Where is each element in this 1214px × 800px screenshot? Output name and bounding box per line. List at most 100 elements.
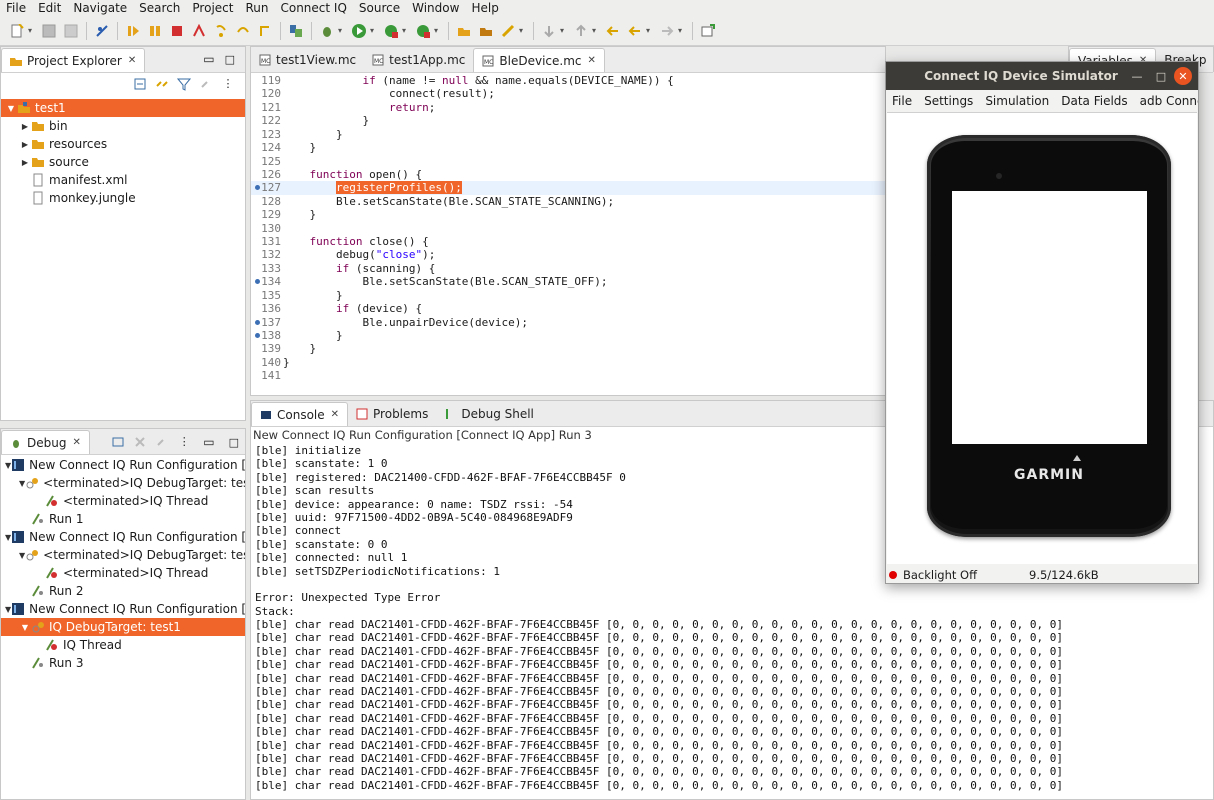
close-window-icon[interactable]: ✕ — [1174, 67, 1192, 85]
simulator-canvas[interactable]: GARMIN — [887, 112, 1197, 564]
breakpoint-icon[interactable] — [255, 279, 260, 285]
annotation-icon[interactable] — [500, 23, 516, 39]
tree-item[interactable]: ▼New Connect IQ Run Configuration [Conne… — [1, 600, 245, 618]
last-edit-icon[interactable] — [605, 23, 621, 39]
menu-source[interactable]: Source — [353, 0, 406, 16]
forward-dropdown-icon[interactable]: ▾ — [678, 23, 686, 39]
tree-item[interactable]: ▶ source — [1, 153, 245, 171]
maximize-window-icon[interactable]: □ — [1150, 65, 1172, 87]
close-icon[interactable]: ✕ — [128, 55, 136, 66]
annotation-dropdown-icon[interactable]: ▾ — [519, 23, 527, 39]
run-dropdown-icon[interactable]: ▾ — [370, 23, 378, 39]
back-icon[interactable] — [627, 23, 643, 39]
suspend-icon[interactable] — [147, 23, 163, 39]
tree-item[interactable]: monkey.jungle — [1, 189, 245, 207]
minimize-window-icon[interactable]: — — [1126, 65, 1148, 87]
tree-item[interactable]: ▼ test1 — [1, 99, 245, 117]
minimize-icon[interactable]: ▭ — [203, 435, 214, 449]
line-number[interactable]: 132 — [251, 248, 283, 261]
line-number[interactable]: 137 — [251, 316, 283, 329]
remove-terminated-icon[interactable] — [110, 434, 126, 450]
open-resource-icon[interactable] — [478, 23, 494, 39]
close-icon[interactable]: ✕ — [331, 409, 339, 420]
view-menu-icon[interactable] — [198, 76, 214, 92]
external-tools-icon[interactable] — [415, 23, 431, 39]
expand-arrow-icon[interactable]: ▶ — [19, 158, 31, 167]
tree-item[interactable]: Run 2 — [1, 582, 245, 600]
sim-menu-adb-connection[interactable]: adb Connection — [1134, 94, 1198, 108]
tab-editor-file[interactable]: MC BleDevice.mc ✕ — [473, 48, 605, 72]
new-icon[interactable] — [9, 23, 25, 39]
tab-problems[interactable]: Problems — [348, 402, 436, 426]
open-perspective-icon[interactable] — [700, 23, 716, 39]
line-number[interactable]: 128 — [251, 195, 283, 208]
sim-menu-file[interactable]: File — [886, 94, 918, 108]
line-number[interactable]: 125 — [251, 155, 283, 168]
line-number[interactable]: 136 — [251, 302, 283, 315]
tree-item[interactable]: ▶ bin — [1, 117, 245, 135]
tree-item[interactable]: ▼ IQ DebugTarget: test1 — [1, 618, 245, 636]
run-icon[interactable] — [351, 23, 367, 39]
step-into-icon[interactable] — [213, 23, 229, 39]
line-number[interactable]: 120 — [251, 87, 283, 100]
line-number[interactable]: 129 — [251, 208, 283, 221]
code-area[interactable]: 119 if (name != null && name.equals(DEVI… — [251, 74, 885, 396]
open-type-icon[interactable] — [456, 23, 472, 39]
tab-debug-shell[interactable]: Debug Shell — [436, 402, 542, 426]
disconnect-icon[interactable] — [191, 23, 207, 39]
menu-connect-iq[interactable]: Connect IQ — [274, 0, 352, 16]
menu-file[interactable]: File — [0, 0, 32, 16]
line-number[interactable]: 134 — [251, 275, 283, 288]
connect-iq-icon[interactable] — [288, 23, 304, 39]
breakpoint-icon[interactable] — [255, 319, 260, 325]
tab-editor-file[interactable]: MC test1App.mc — [364, 48, 473, 72]
next-annotation-icon[interactable] — [541, 23, 557, 39]
breakpoint-icon[interactable] — [255, 333, 260, 339]
expand-arrow-icon[interactable]: ▼ — [19, 623, 31, 632]
maximize-icon[interactable]: □ — [225, 53, 235, 66]
sim-menu-data-fields[interactable]: Data Fields — [1055, 94, 1133, 108]
tab-editor-file[interactable]: MC test1View.mc — [251, 48, 364, 72]
save-icon[interactable] — [41, 23, 57, 39]
expand-arrow-icon[interactable]: ▶ — [19, 122, 31, 131]
menu-project[interactable]: Project — [186, 0, 239, 16]
device-screen[interactable] — [952, 191, 1147, 444]
line-number[interactable]: 123 — [251, 128, 283, 141]
line-number[interactable]: 119 — [251, 74, 283, 87]
breakpoint-icon[interactable] — [255, 185, 260, 191]
menu-edit[interactable]: Edit — [32, 0, 67, 16]
forward-icon[interactable] — [659, 23, 675, 39]
more-icon[interactable]: ⋮ — [176, 434, 192, 450]
expand-arrow-icon[interactable]: ▶ — [19, 140, 31, 149]
tree-item[interactable]: Run 3 — [1, 654, 245, 672]
debug-icon[interactable] — [319, 23, 335, 39]
sim-menu-simulation[interactable]: Simulation — [979, 94, 1055, 108]
remove-all-icon[interactable] — [132, 434, 148, 450]
step-return-icon[interactable] — [257, 23, 273, 39]
coverage-icon[interactable] — [383, 23, 399, 39]
maximize-icon[interactable]: □ — [229, 436, 239, 449]
line-number[interactable]: 141 — [251, 369, 283, 382]
line-number[interactable]: 127 — [251, 181, 283, 194]
prev-annotation-dropdown-icon[interactable]: ▾ — [592, 23, 600, 39]
tree-item[interactable]: ▼New Connect IQ Run Configuration [Conne… — [1, 456, 245, 474]
menu-window[interactable]: Window — [406, 0, 465, 16]
line-number[interactable]: 124 — [251, 141, 283, 154]
new-dropdown-icon[interactable]: ▾ — [28, 23, 36, 39]
coverage-dropdown-icon[interactable]: ▾ — [402, 23, 410, 39]
skip-breakpoints-icon[interactable] — [94, 23, 110, 39]
tab-project-explorer[interactable]: Project Explorer ✕ — [1, 48, 146, 72]
expand-arrow-icon[interactable]: ▼ — [5, 104, 17, 113]
line-number[interactable]: 131 — [251, 235, 283, 248]
tree-item[interactable]: IQ Thread — [1, 636, 245, 654]
tree-item[interactable]: <terminated>IQ Thread — [1, 564, 245, 582]
step-over-icon[interactable] — [235, 23, 251, 39]
menu-search[interactable]: Search — [133, 0, 186, 16]
line-number[interactable]: 135 — [251, 289, 283, 302]
debug-view-menu-icon[interactable] — [154, 434, 170, 450]
prev-annotation-icon[interactable] — [573, 23, 589, 39]
tree-item[interactable]: ▼New Connect IQ Run Configuration [Conne… — [1, 528, 245, 546]
resume-icon[interactable] — [125, 23, 141, 39]
link-with-editor-icon[interactable] — [154, 76, 170, 92]
back-dropdown-icon[interactable]: ▾ — [646, 23, 654, 39]
